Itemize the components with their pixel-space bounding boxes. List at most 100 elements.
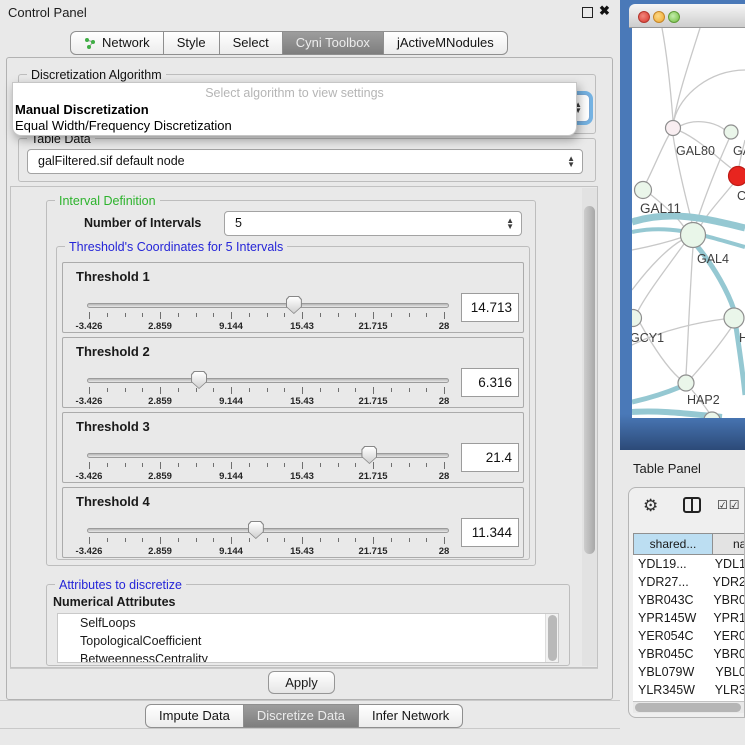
threshold-value-field[interactable]: 11.344: [461, 518, 519, 547]
tick-mark: [142, 313, 143, 317]
numerical-attributes-list[interactable]: SelfLoopsTopologicalCoefficientBetweenne…: [57, 613, 559, 663]
slider-thumb[interactable]: [248, 521, 264, 539]
slider-thumb[interactable]: [361, 446, 377, 464]
table-row[interactable]: YBL079WYBL0: [633, 663, 745, 681]
threshold-slider[interactable]: -3.4262.8599.14415.4321.71528: [87, 524, 449, 558]
table-row[interactable]: YDR27...YDR2: [633, 573, 745, 591]
cell-shared-name[interactable]: YER054C: [633, 627, 705, 645]
threshold-slider[interactable]: -3.4262.8599.14415.4321.71528: [87, 374, 449, 408]
cell-shared-name[interactable]: YBL079W: [633, 663, 707, 681]
tick-label: 2.859: [148, 546, 172, 557]
column-header-name[interactable]: na: [713, 533, 745, 555]
column-header-shared-name[interactable]: shared...: [633, 533, 713, 555]
algorithm-dropdown-popup: Select algorithm to view settings Manual…: [12, 82, 577, 136]
number-of-intervals-combobox[interactable]: 5 ▲▼: [224, 211, 522, 236]
tick-label: 2.859: [148, 471, 172, 482]
tab-cyni-toolbox[interactable]: Cyni Toolbox: [283, 31, 384, 55]
tick-mark: [391, 388, 392, 392]
scrollbar-thumb[interactable]: [635, 703, 741, 712]
cell-shared-name[interactable]: YLR345W: [633, 681, 707, 699]
node-red-selected[interactable]: [729, 167, 745, 186]
cell-name[interactable]: YER0: [705, 627, 745, 645]
tab-discretize-data[interactable]: Discretize Data: [244, 704, 359, 728]
zoom-traffic-light[interactable]: [668, 11, 680, 23]
threshold-slider[interactable]: -3.4262.8599.14415.4321.71528: [87, 299, 449, 333]
scrollbar-thumb[interactable]: [584, 206, 595, 554]
tick-mark: [267, 313, 268, 317]
network-view-window[interactable]: GAL80 GA C GAL11 GAL4 GCY1 H HAP2: [620, 0, 745, 450]
gear-icon[interactable]: ⚙: [643, 496, 658, 516]
cell-shared-name[interactable]: YBR045C: [633, 645, 705, 663]
threshold-value-field[interactable]: 21.4: [461, 443, 519, 472]
tab-style[interactable]: Style: [164, 31, 220, 55]
threshold-value-field[interactable]: 6.316: [461, 368, 519, 397]
tick-mark: [338, 388, 339, 392]
cell-name[interactable]: YDL1: [707, 555, 745, 573]
threshold-value-field[interactable]: 14.713: [461, 293, 519, 322]
close-traffic-light[interactable]: [638, 11, 650, 23]
threshold-label: Threshold 2: [76, 344, 150, 359]
table-row[interactable]: YLR345WYLR3: [633, 681, 745, 699]
dropdown-option-equal-width[interactable]: Equal Width/Frequency Discretization: [15, 118, 232, 133]
scrollbar-thumb[interactable]: [548, 615, 557, 661]
horizontal-scrollbar[interactable]: [633, 701, 745, 713]
network-canvas[interactable]: GAL80 GA C GAL11 GAL4 GCY1 H HAP2: [632, 28, 745, 418]
cell-name[interactable]: YDR2: [705, 573, 745, 591]
slider-thumb[interactable]: [191, 371, 207, 389]
slider-track[interactable]: [87, 528, 449, 533]
table-row[interactable]: YER054CYER0: [633, 627, 745, 645]
tick-mark: [160, 312, 161, 319]
tick-mark: [267, 463, 268, 467]
table-row[interactable]: YPR145WYPR1: [633, 609, 745, 627]
node-gal11[interactable]: [635, 182, 652, 199]
cell-shared-name[interactable]: YDR27...: [633, 573, 705, 591]
slider-thumb[interactable]: [286, 296, 302, 314]
cell-name[interactable]: YBR0: [705, 645, 745, 663]
dropdown-option-manual[interactable]: Manual Discretization: [15, 102, 149, 117]
tick-mark: [426, 313, 427, 317]
node-h[interactable]: [724, 308, 744, 328]
tab-impute-data[interactable]: Impute Data: [145, 704, 244, 728]
tab-select[interactable]: Select: [220, 31, 283, 55]
table-row[interactable]: YBR043CYBR0: [633, 591, 745, 609]
attribute-item[interactable]: SelfLoops: [58, 614, 558, 632]
tick-mark: [142, 463, 143, 467]
slider-track[interactable]: [87, 453, 449, 458]
tick-mark: [302, 312, 303, 319]
node-gal80[interactable]: [666, 121, 681, 136]
list-scrollbar[interactable]: [545, 614, 558, 662]
select-columns-icons[interactable]: ☑☑: [717, 498, 741, 512]
tick-mark: [444, 312, 445, 319]
float-window-icon[interactable]: [582, 7, 593, 18]
table-data-combobox[interactable]: galFiltered.sif default node ▲▼: [27, 149, 583, 174]
threshold-slider[interactable]: -3.4262.8599.14415.4321.71528: [87, 449, 449, 483]
minimize-traffic-light[interactable]: [653, 11, 665, 23]
tab-jactivemnodules[interactable]: jActiveMNodules: [384, 31, 508, 55]
tick-mark: [391, 463, 392, 467]
node-gal4[interactable]: [681, 223, 706, 248]
tab-network[interactable]: Network: [70, 31, 164, 55]
tick-mark: [426, 538, 427, 542]
attribute-item[interactable]: BetweennessCentrality: [58, 650, 558, 663]
cell-name[interactable]: YBL0: [707, 663, 745, 681]
cell-name[interactable]: YLR3: [707, 681, 745, 699]
close-icon[interactable]: ✖: [599, 3, 610, 19]
vertical-scrollbar[interactable]: [582, 188, 597, 666]
slider-track[interactable]: [87, 378, 449, 383]
cell-shared-name[interactable]: YDL19...: [633, 555, 707, 573]
cell-name[interactable]: YBR0: [705, 591, 745, 609]
table-row[interactable]: YBR045CYBR0: [633, 645, 745, 663]
tab-infer-network[interactable]: Infer Network: [359, 704, 463, 728]
slider-track[interactable]: [87, 303, 449, 308]
split-columns-icon[interactable]: [683, 497, 701, 513]
node-clipped-right[interactable]: [724, 125, 738, 139]
node-hap2[interactable]: [678, 375, 694, 391]
network-window-titlebar[interactable]: [629, 4, 745, 28]
tick-mark: [373, 462, 374, 469]
cell-name[interactable]: YPR1: [705, 609, 745, 627]
apply-button[interactable]: Apply: [268, 671, 335, 694]
cell-shared-name[interactable]: YBR043C: [633, 591, 705, 609]
cell-shared-name[interactable]: YPR145W: [633, 609, 705, 627]
table-row[interactable]: YDL19...YDL1: [633, 555, 745, 573]
attribute-item[interactable]: TopologicalCoefficient: [58, 632, 558, 650]
